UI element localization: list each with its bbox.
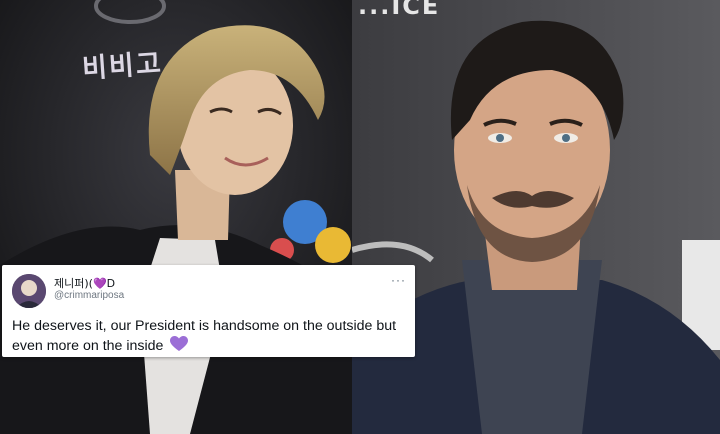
- left-photo-drawing: [0, 0, 352, 434]
- right-photo-drawing: [352, 0, 720, 434]
- user-handle[interactable]: @crimmariposa: [54, 290, 124, 301]
- left-photo: 비비고: [0, 0, 352, 434]
- right-photo: ...ICE: [352, 0, 720, 434]
- avatar[interactable]: [12, 274, 46, 308]
- tweet-text: He deserves it, our President is handsom…: [12, 317, 407, 358]
- purple-heart-icon: [170, 336, 189, 358]
- more-options-icon[interactable]: ···: [391, 273, 406, 287]
- tweet-card: 제니퍼)(💜D @crimmariposa ··· He deserves it…: [2, 265, 415, 357]
- backdrop-logo-text: 비비고: [81, 48, 164, 85]
- tweet-text-content: He deserves it, our President is handsom…: [12, 318, 397, 354]
- display-name[interactable]: 제니퍼)(💜D: [54, 275, 115, 291]
- backdrop-logo-text: ...ICE: [358, 0, 441, 20]
